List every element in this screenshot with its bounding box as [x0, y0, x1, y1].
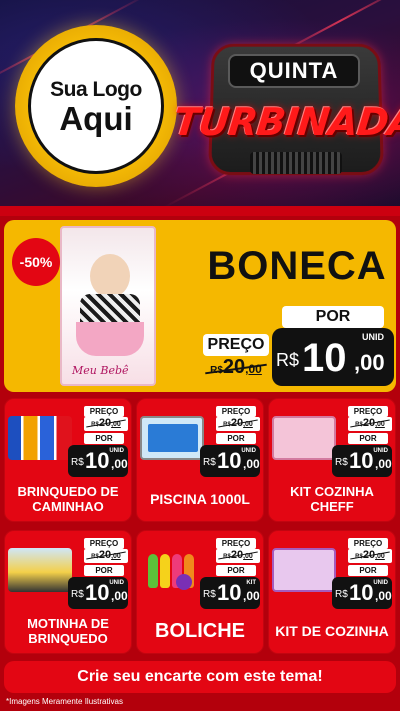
- old-price-label: PREÇO: [203, 334, 269, 356]
- price-currency: R$: [335, 457, 348, 468]
- new-price-tag: UNID R$ 10 ,00: [200, 445, 260, 477]
- disclaimer-text: *Imagens Meramente Ilustrativas: [6, 697, 123, 706]
- new-price-label: POR: [216, 565, 256, 576]
- old-price-label: PREÇO: [348, 538, 388, 549]
- doll-head-shape: [90, 254, 130, 298]
- new-price-label: POR: [84, 565, 124, 576]
- price-currency: R$: [71, 457, 84, 468]
- old-price: R$20,00: [348, 417, 392, 431]
- price-unit: UNID: [109, 448, 124, 454]
- price-cents: ,00: [375, 589, 392, 603]
- price-unit: UNID: [241, 448, 256, 454]
- bowling-pin-icon: [148, 554, 158, 588]
- discount-badge: -50%: [12, 238, 60, 286]
- product-name: MOTINHA DE BRINQUEDO: [27, 616, 109, 646]
- pool-image: [140, 416, 204, 460]
- pool-water-shape: [148, 424, 198, 452]
- old-price: R$20,00: [216, 417, 260, 431]
- new-price-tag: UNID R$ 10 ,00: [68, 445, 128, 477]
- bowling-pin-icon: [160, 554, 170, 588]
- bowling-ball-icon: [176, 574, 192, 590]
- price-cents: ,00: [243, 457, 260, 471]
- new-price-label: POR: [282, 306, 384, 328]
- new-price-label: POR: [84, 433, 124, 444]
- price-cents: ,00: [111, 457, 128, 471]
- price-unit: UNID: [362, 332, 384, 342]
- price-currency: R$: [203, 457, 216, 468]
- price-int: 10: [217, 448, 242, 473]
- box-brand-label: Meu Bebê: [72, 364, 129, 377]
- price-int: 10: [85, 448, 110, 473]
- kitchen-set-image: [272, 416, 336, 460]
- new-price-tag: UNID R$ 10 ,00: [272, 328, 394, 386]
- product-card-piscina[interactable]: PREÇO R$20,00 POR UNID R$ 10 ,00 PISCINA…: [136, 398, 264, 522]
- new-price-tag: UNID R$ 10 ,00: [332, 577, 392, 609]
- old-price: R$20,00: [216, 549, 260, 563]
- product-card-boliche[interactable]: PREÇO R$20,00 POR KIT R$ 10 ,00 BOLICHE: [136, 530, 264, 654]
- speaker-grill-icon: [250, 152, 342, 174]
- logo-badge: Sua Logo Aqui: [15, 25, 177, 187]
- product-card-motinha[interactable]: PREÇO R$20,00 POR UNID R$ 10 ,00 MOTINHA…: [4, 530, 132, 654]
- product-name: KIT DE COZINHA: [275, 622, 389, 639]
- bowling-set-image: [140, 548, 204, 592]
- price-currency: R$: [335, 589, 348, 600]
- doll-dress-shape: [76, 322, 144, 356]
- old-price-label: PREÇO: [84, 406, 124, 417]
- logo-text-line2: Aqui: [59, 99, 133, 137]
- new-price-label: POR: [216, 433, 256, 444]
- new-price-label: POR: [348, 433, 388, 444]
- price-int: 10: [217, 580, 242, 605]
- price-currency: R$: [276, 350, 300, 370]
- price-unit: UNID: [373, 448, 388, 454]
- price-currency: R$: [71, 589, 84, 600]
- new-price-tag: KIT R$ 10 ,00: [200, 577, 260, 609]
- price-int: 10: [85, 580, 110, 605]
- old-price: R$ 20 ,00: [203, 356, 269, 382]
- featured-product-name: BONECA: [207, 244, 387, 288]
- promo-badge: QUINTA TURBINADA: [172, 34, 400, 184]
- old-price-label: PREÇO: [216, 538, 256, 549]
- new-price-label: POR: [348, 565, 388, 576]
- product-card-kit-cozinha-cheff[interactable]: PREÇO R$20,00 POR UNID R$ 10 ,00 KIT COZ…: [268, 398, 396, 522]
- product-card-caminhao[interactable]: PREÇO R$20,00 POR UNID R$ 10 ,00 BRINQUE…: [4, 398, 132, 522]
- old-price-label: PREÇO: [216, 406, 256, 417]
- logo-placeholder: Sua Logo Aqui: [28, 38, 164, 174]
- price-unit: KIT: [246, 580, 256, 586]
- old-price: R$20,00: [84, 417, 128, 431]
- price-int: 10: [302, 336, 347, 380]
- doll-box-image: Meu Bebê: [60, 226, 156, 386]
- product-name: KIT COZINHA CHEFF: [290, 484, 374, 514]
- product-name: BRINQUEDO DE CAMINHAO: [17, 484, 119, 514]
- new-price-tag: UNID R$ 10 ,00: [332, 445, 392, 477]
- old-price-label: PREÇO: [348, 406, 388, 417]
- product-name: PISCINA 1000L: [150, 490, 250, 507]
- divider: [0, 206, 400, 216]
- product-card-kit-de-cozinha[interactable]: PREÇO R$20,00 POR UNID R$ 10 ,00 KIT DE …: [268, 530, 396, 654]
- product-name: BOLICHE: [155, 619, 245, 642]
- price-cents: ,00: [243, 589, 260, 603]
- new-price-tag: UNID R$ 10 ,00: [68, 577, 128, 609]
- toy-trucks-image: [8, 416, 72, 460]
- header-banner: Sua Logo Aqui QUINTA TURBINADA: [0, 0, 400, 206]
- old-price-label: PREÇO: [84, 538, 124, 549]
- price-cents: ,00: [354, 350, 385, 375]
- create-flyer-button[interactable]: Crie seu encarte com este tema!: [4, 661, 396, 693]
- doll-dress-top-shape: [80, 294, 140, 324]
- price-currency: R$: [203, 589, 216, 600]
- price-int: 10: [349, 448, 374, 473]
- toy-motorcycle-image: [8, 548, 72, 592]
- price-cents: ,00: [375, 457, 392, 471]
- featured-product-card[interactable]: Meu Bebê -50% BONECA PREÇO R$ 20 ,00 POR…: [4, 220, 396, 392]
- logo-text-line1: Sua Logo: [50, 77, 142, 101]
- badge-title: TURBINADA: [171, 100, 400, 144]
- kitchen-set-image: [272, 548, 336, 592]
- old-price: R$20,00: [348, 549, 392, 563]
- badge-day-label: QUINTA: [228, 54, 360, 88]
- price-unit: UNID: [109, 580, 124, 586]
- price-cents: ,00: [111, 589, 128, 603]
- price-int: 10: [349, 580, 374, 605]
- old-price: R$20,00: [84, 549, 128, 563]
- price-unit: UNID: [373, 580, 388, 586]
